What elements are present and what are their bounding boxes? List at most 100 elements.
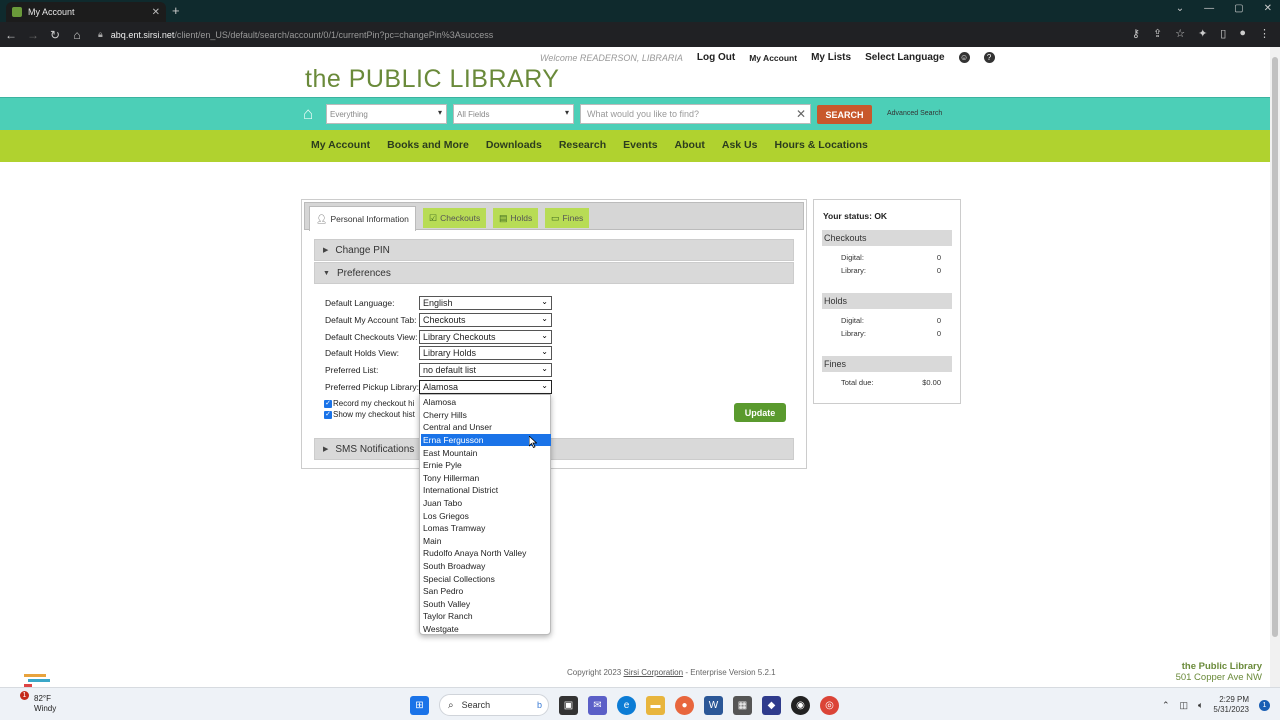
option-international-district[interactable]: International District xyxy=(421,484,551,497)
preferred-list-select[interactable]: no default list ⌄ xyxy=(419,363,552,377)
preferred-pickup-select[interactable]: Alamosa ⌄ xyxy=(419,380,552,394)
menu-icon[interactable]: ⋮ xyxy=(1259,27,1270,40)
clear-icon[interactable]: ✕ xyxy=(796,107,806,121)
copyright-text: Copyright 2023 xyxy=(567,668,622,677)
default-tab-select[interactable]: Checkouts ⌄ xyxy=(419,313,552,327)
taskbar-search[interactable]: ⌕ Search b xyxy=(439,694,549,716)
forward-icon[interactable]: → xyxy=(22,28,44,42)
option-lomas-tramway[interactable]: Lomas Tramway xyxy=(421,522,551,535)
app-icon[interactable]: ◆ xyxy=(762,695,781,715)
chevron-up-icon[interactable]: ⌃ xyxy=(1162,700,1170,711)
option-juan-tabo[interactable]: Juan Tabo xyxy=(421,497,551,510)
share-icon[interactable]: ⇪ xyxy=(1153,27,1162,40)
task-view-icon[interactable]: ▣ xyxy=(559,695,578,715)
nav-about[interactable]: About xyxy=(675,139,705,151)
update-button[interactable]: Update xyxy=(734,403,786,422)
advanced-search-link[interactable]: Advanced Search xyxy=(887,110,942,117)
option-los-griegos[interactable]: Los Griegos xyxy=(421,509,551,522)
weather-widget[interactable]: 1 82°F Windy xyxy=(20,691,56,714)
notification-badge[interactable]: 1 xyxy=(1259,699,1270,711)
github-icon[interactable]: ◉ xyxy=(791,695,810,715)
sirsi-link[interactable]: Sirsi Corporation xyxy=(624,668,684,677)
network-icon[interactable]: ◫ xyxy=(1179,700,1188,711)
nav-ask-us[interactable]: Ask Us xyxy=(722,139,758,151)
word-icon[interactable]: W xyxy=(704,695,723,715)
preferences-section[interactable]: ▼ Preferences xyxy=(314,262,794,284)
new-tab-icon[interactable]: + xyxy=(172,3,180,18)
tab-fines[interactable]: ▭ Fines xyxy=(545,208,590,228)
option-westgate[interactable]: Westgate xyxy=(421,623,551,636)
option-special-collections[interactable]: Special Collections xyxy=(421,572,551,585)
option-central-and-unser[interactable]: Central and Unser xyxy=(421,421,551,434)
page-scrollbar[interactable] xyxy=(1270,47,1280,687)
calculator-icon[interactable]: ▦ xyxy=(733,695,752,715)
my-account-link[interactable]: My Account xyxy=(749,53,797,63)
change-pin-section[interactable]: ▶ Change PIN xyxy=(314,239,794,261)
caret-right-icon: ▶ xyxy=(323,446,329,453)
default-holds-view-select[interactable]: Library Holds ⌄ xyxy=(419,346,552,360)
option-ernie-pyle[interactable]: Ernie Pyle xyxy=(421,459,551,472)
record-history-checkbox[interactable]: ✓ Record my checkout hi xyxy=(324,399,414,408)
volume-icon[interactable]: 🔈︎ xyxy=(1198,700,1203,711)
tab-holds[interactable]: ▤ Holds xyxy=(493,208,539,228)
my-lists-link[interactable]: My Lists xyxy=(811,52,851,63)
option-east-mountain[interactable]: East Mountain xyxy=(421,446,551,459)
extensions-icon[interactable]: ✦ xyxy=(1198,27,1207,40)
search-input[interactable]: What would you like to find? ✕ xyxy=(580,104,811,124)
option-cherry-hills[interactable]: Cherry Hills xyxy=(421,409,551,422)
search-button[interactable]: SEARCH xyxy=(817,105,872,124)
home-nav-icon[interactable]: ⌂ xyxy=(66,28,88,42)
option-taylor-ranch[interactable]: Taylor Ranch xyxy=(421,610,551,623)
firefox-icon[interactable]: ● xyxy=(675,695,694,715)
option-south-broadway[interactable]: South Broadway xyxy=(421,560,551,573)
nav-hours-locations[interactable]: Hours & Locations xyxy=(774,139,867,151)
sms-notifications-section[interactable]: ▶ SMS Notifications xyxy=(314,438,794,460)
chevron-down-icon[interactable]: ⌄ xyxy=(1176,3,1184,14)
select-language-link[interactable]: Select Language xyxy=(865,52,944,63)
library-title[interactable]: the PUBLIC LIBRARY xyxy=(305,65,559,94)
logout-link[interactable]: Log Out xyxy=(697,52,735,63)
option-main[interactable]: Main xyxy=(421,535,551,548)
option-south-valley[interactable]: South Valley xyxy=(421,598,551,611)
sidebar-icon[interactable]: ▯ xyxy=(1220,27,1226,40)
edge-icon[interactable]: e xyxy=(617,695,636,715)
nav-research[interactable]: Research xyxy=(559,139,606,151)
option-alamosa[interactable]: Alamosa xyxy=(421,396,551,409)
nav-downloads[interactable]: Downloads xyxy=(486,139,542,151)
nav-my-account[interactable]: My Account xyxy=(311,139,370,151)
scrollbar-thumb[interactable] xyxy=(1272,57,1278,637)
accessibility-icon[interactable]: ☺ xyxy=(958,52,970,63)
checkmark-icon: ✓ xyxy=(324,399,332,408)
reload-icon[interactable]: ↻ xyxy=(44,28,66,42)
option-tony-hillerman[interactable]: Tony Hillerman xyxy=(421,472,551,485)
search-type-select[interactable]: Everything ▾ xyxy=(326,104,447,124)
home-icon[interactable]: ⌂ xyxy=(303,105,320,122)
nav-books-and-more[interactable]: Books and More xyxy=(387,139,469,151)
show-history-checkbox[interactable]: ✓ Show my checkout hist xyxy=(324,410,415,419)
star-icon[interactable]: ☆ xyxy=(1175,27,1185,40)
windows-start-icon[interactable]: ⊞ xyxy=(410,695,429,715)
option-rudolfo-anaya-north-valley[interactable]: Rudolfo Anaya North Valley xyxy=(421,547,551,560)
key-icon[interactable]: ⚷ xyxy=(1132,27,1140,40)
help-icon[interactable]: ? xyxy=(983,52,995,63)
clock[interactable]: 2:29 PM 5/31/2023 xyxy=(1213,695,1249,715)
back-icon[interactable]: ← xyxy=(0,28,22,42)
close-tab-icon[interactable]: ✕ xyxy=(152,7,160,18)
teams-icon[interactable]: ✉ xyxy=(588,695,607,715)
default-checkouts-view-select[interactable]: Library Checkouts ⌄ xyxy=(419,330,552,344)
search-bar: ⌂ Everything ▾ All Fields ▾ What would y… xyxy=(0,97,1270,130)
option-san-pedro[interactable]: San Pedro xyxy=(421,585,551,598)
tab-personal-information[interactable]: 👤︎ Personal Information xyxy=(309,206,416,231)
restore-icon[interactable]: ▢ xyxy=(1234,3,1243,14)
tab-checkouts[interactable]: ☑ Checkouts xyxy=(423,208,487,228)
url-field[interactable]: 🔒︎ abq.ent.sirsi.net /client/en_US/defau… xyxy=(98,29,493,40)
close-window-icon[interactable]: ✕ xyxy=(1264,3,1272,14)
file-explorer-icon[interactable]: ▬ xyxy=(646,695,665,715)
nav-events[interactable]: Events xyxy=(623,139,657,151)
search-field-select[interactable]: All Fields ▾ xyxy=(453,104,574,124)
default-language-select[interactable]: English ⌄ xyxy=(419,296,552,310)
profile-icon[interactable]: ● xyxy=(1239,27,1246,40)
browser-tab[interactable]: My Account ✕ xyxy=(6,2,166,22)
chrome-icon[interactable]: ◎ xyxy=(820,695,839,715)
minimize-icon[interactable]: — xyxy=(1204,3,1214,14)
